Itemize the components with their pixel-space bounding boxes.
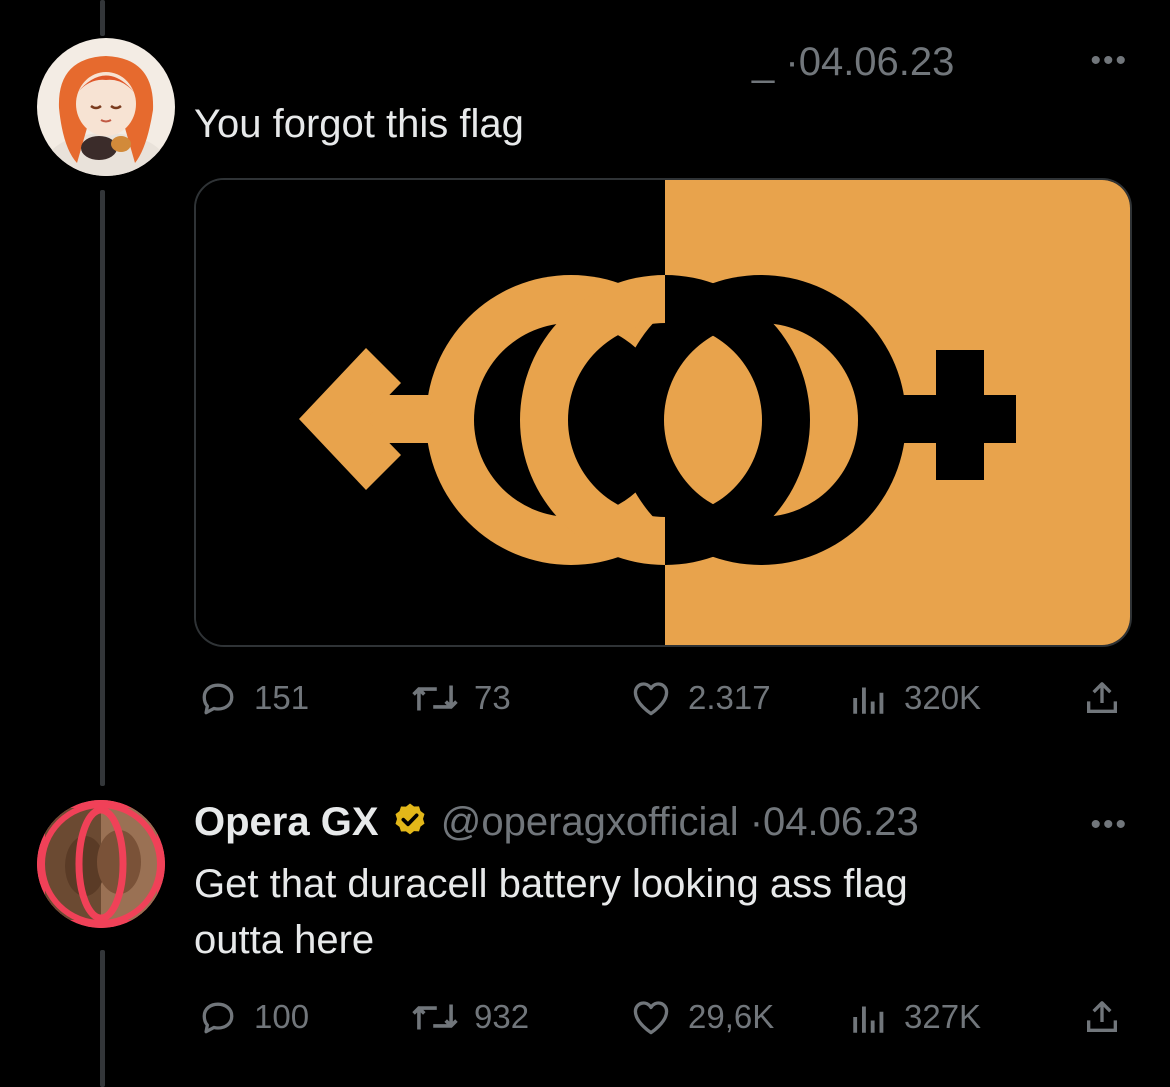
more-button[interactable]: ••• [1090,44,1128,78]
tweet-actions: 100 932 29,6K 327K [0,992,1170,1042]
heart-icon [633,682,669,716]
retweet-icon [412,1004,458,1030]
username[interactable]: _ [752,40,774,84]
share-button[interactable] [1082,673,1122,723]
views-chart-icon [853,687,884,714]
tweet-meta: _ ·04.06.23 [752,40,954,85]
tweet-text: You forgot this flag [194,102,524,146]
views-count: 327K [904,998,982,1035]
retweet-count: 932 [474,998,530,1035]
retweet-count: 73 [474,679,511,716]
reply-count: 151 [254,679,310,716]
avatar[interactable] [37,800,165,928]
flag-image [196,180,1130,645]
avatar-opera-logo-icon [37,800,165,928]
more-icon: ••• [1090,44,1128,77]
share-button[interactable] [1082,992,1122,1042]
display-name[interactable]: Opera GX [194,800,379,844]
like-count: 2.317 [688,679,771,716]
tweet-actions: 151 73 2.317 320K [0,673,1170,723]
tweet-text: Get that duracell battery looking ass fl… [194,856,908,968]
like-button[interactable]: 2.317 [628,673,771,723]
tweet-date[interactable]: 04.06.23 [763,800,919,844]
reply-button[interactable]: 100 [196,992,309,1042]
tweet-text-line: outta here [194,918,375,962]
like-count: 29,6K [688,998,775,1035]
separator: · [785,40,799,84]
more-button[interactable]: ••• [1090,808,1128,842]
reply-icon [202,683,234,715]
share-icon [1087,1001,1117,1032]
heart-icon [633,1001,669,1035]
views-chart-icon [853,1006,884,1033]
share-icon [1087,682,1117,713]
separator: · [749,800,764,844]
tweet-image[interactable] [194,178,1132,647]
tweet-date[interactable]: 04.06.23 [799,40,955,84]
tweet-meta: Opera GX @operagxofficial ·04.06.23 [194,800,919,845]
reply-count: 100 [254,998,310,1035]
username[interactable]: @operagxofficial [441,800,739,844]
reply-button[interactable]: 151 [196,673,309,723]
verified-badge-icon [395,803,425,835]
tweet-2[interactable]: Opera GX @operagxofficial ·04.06.23 ••• … [0,780,1170,1087]
avatar-anime-icon [37,38,175,176]
reply-icon [202,1002,234,1034]
tweet-text-line: Get that duracell battery looking ass fl… [194,862,908,906]
retweet-icon [412,685,458,711]
avatar[interactable] [37,38,175,176]
views-button[interactable]: 327K [848,992,981,1042]
retweet-button[interactable]: 73 [410,673,511,723]
like-button[interactable]: 29,6K [628,992,774,1042]
tweet-1[interactable]: _ ·04.06.23 ••• You forgot this flag 151… [0,0,1170,760]
views-button[interactable]: 320K [848,673,981,723]
views-count: 320K [904,679,982,716]
retweet-button[interactable]: 932 [410,992,529,1042]
thread-view: _ ·04.06.23 ••• You forgot this flag 151… [0,0,1170,1087]
more-icon: ••• [1090,808,1128,841]
